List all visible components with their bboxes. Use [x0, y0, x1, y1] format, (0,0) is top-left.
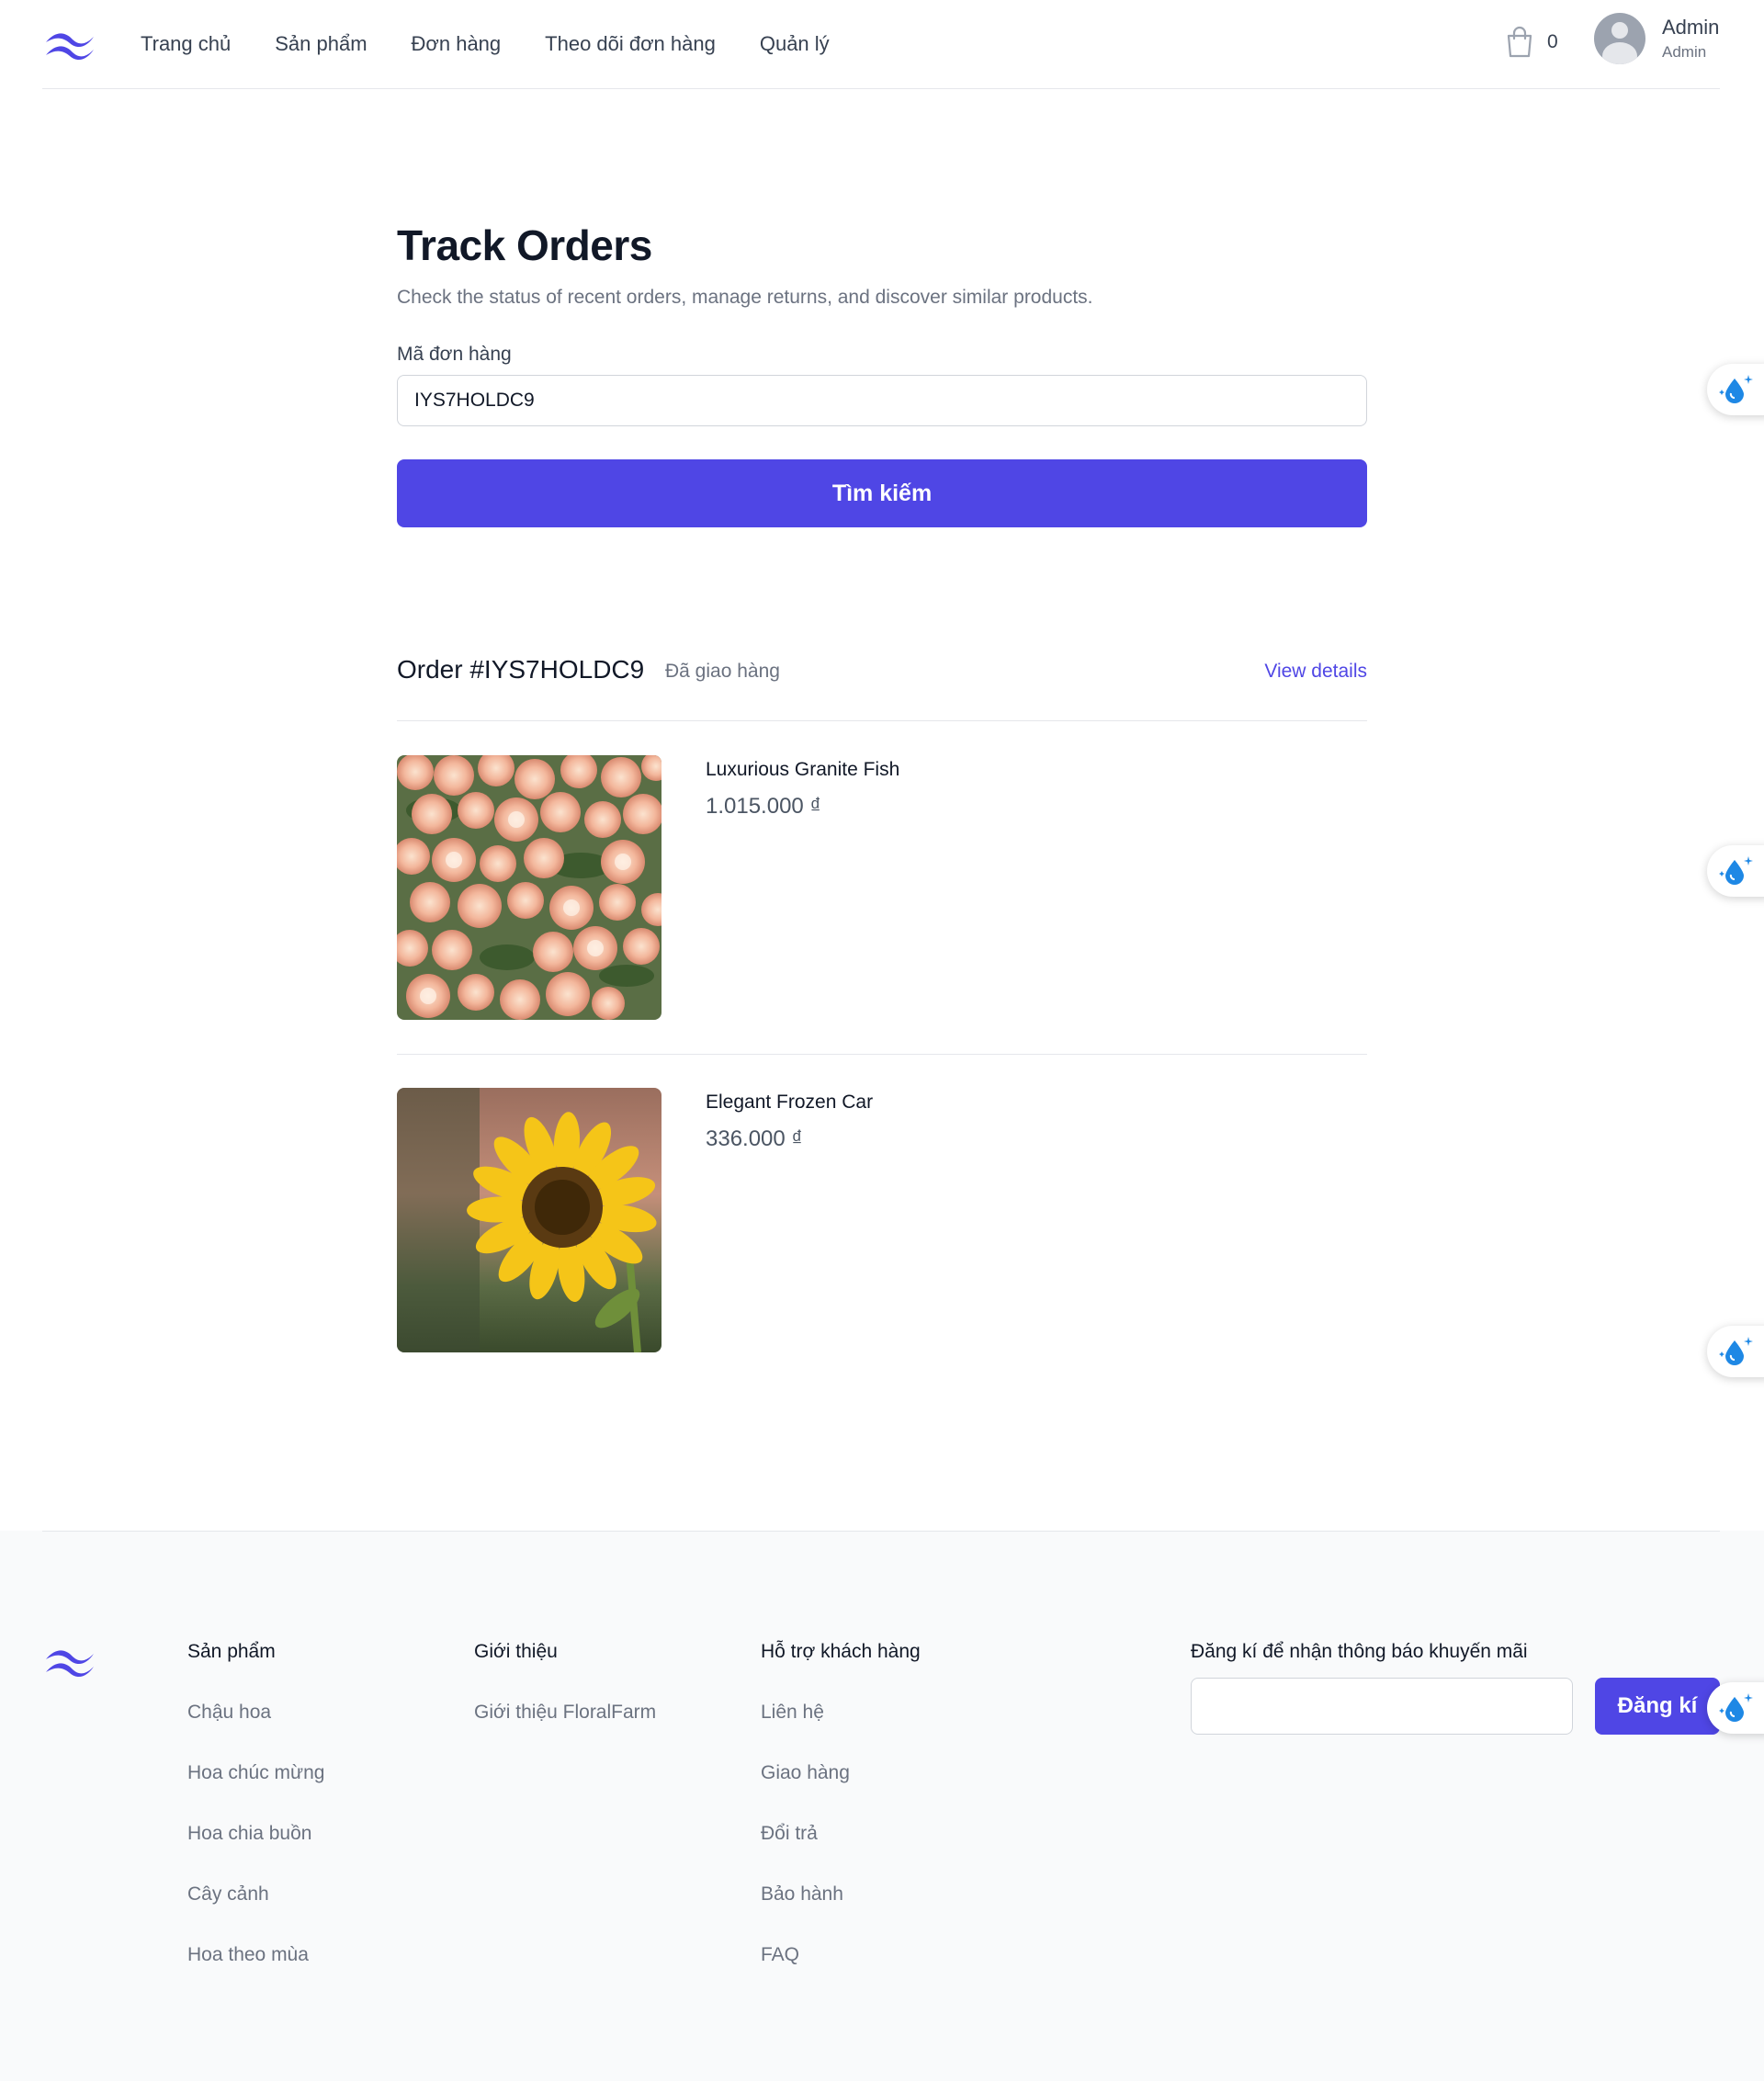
order-code-input[interactable]: IYS7HOLDC9 — [397, 375, 1367, 426]
product-name[interactable]: Luxurious Granite Fish — [706, 759, 899, 781]
nav-orders[interactable]: Đơn hàng — [412, 32, 502, 56]
product-price: 1.015.000 ₫ — [706, 794, 821, 819]
subscribe-button[interactable]: Đăng kí — [1595, 1678, 1720, 1735]
footer-link[interactable]: Đổi trả — [761, 1823, 921, 1845]
footer-link[interactable]: FAQ — [761, 1944, 921, 1966]
footer-column-products: Sản phẩm Chậu hoa Hoa chúc mừng Hoa chia… — [187, 1641, 324, 1966]
newsletter-form: Đăng kí để nhận thông báo khuyến mãi Đăn… — [1191, 1641, 1720, 1735]
footer-link[interactable]: Hoa chia buồn — [187, 1823, 324, 1845]
site-footer: Sản phẩm Chậu hoa Hoa chúc mừng Hoa chia… — [0, 1531, 1764, 2081]
footer-column-about: Giới thiệu Giới thiệu FloralFarm — [474, 1641, 656, 1724]
footer-link[interactable]: Liên hệ — [761, 1702, 921, 1724]
footer-link[interactable]: Chậu hoa — [187, 1702, 324, 1724]
top-header: Trang chủ Sản phẩm Đơn hàng Theo dõi đơn… — [42, 0, 1720, 89]
water-drop-sparkle-icon — [1719, 1693, 1753, 1722]
product-image-roses[interactable] — [397, 755, 662, 1020]
footer-logo-icon[interactable] — [44, 1645, 96, 1678]
product-price: 336.000 ₫ — [706, 1126, 803, 1151]
view-details-link[interactable]: View details — [1264, 661, 1367, 683]
order-header: Order #IYS7HOLDC9 Đã giao hàng View deta… — [397, 648, 1367, 721]
footer-link[interactable]: Hoa theo mùa — [187, 1944, 324, 1966]
avatar — [1594, 13, 1645, 64]
footer-column-title: Sản phẩm — [187, 1641, 276, 1662]
user-name: Admin — [1662, 16, 1720, 39]
page-subtitle: Check the status of recent orders, manag… — [397, 287, 1093, 308]
nav-products[interactable]: Sản phẩm — [275, 32, 367, 56]
user-role: Admin — [1662, 43, 1707, 61]
search-button[interactable]: Tìm kiếm — [397, 459, 1367, 527]
water-drop-sparkle-icon — [1719, 856, 1753, 885]
nav-track-orders[interactable]: Theo dõi đơn hàng — [545, 32, 716, 56]
track-orders-section: Track Orders Check the status of recent … — [397, 221, 1367, 527]
water-drop-sparkle-icon — [1719, 375, 1753, 403]
brand-logo-icon[interactable] — [44, 28, 96, 61]
floating-assistant-button[interactable] — [1707, 1326, 1764, 1377]
floating-assistant-button[interactable] — [1707, 845, 1764, 897]
footer-column-title: Hỗ trợ khách hàng — [761, 1641, 921, 1662]
order-id: Order #IYS7HOLDC9 — [397, 655, 645, 684]
newsletter-title: Đăng kí để nhận thông báo khuyến mãi — [1191, 1641, 1528, 1662]
water-drop-sparkle-icon — [1719, 1337, 1753, 1365]
product-image-sunflower[interactable] — [397, 1088, 662, 1352]
footer-link[interactable]: Cây cảnh — [187, 1883, 324, 1906]
footer-column-title: Giới thiệu — [474, 1641, 558, 1662]
user-menu[interactable]: Admin Admin — [1594, 13, 1719, 64]
cart-count: 0 — [1547, 31, 1558, 52]
product-name[interactable]: Elegant Frozen Car — [706, 1091, 873, 1114]
footer-column-support: Hỗ trợ khách hàng Liên hệ Giao hàng Đổi … — [761, 1641, 921, 1966]
floating-assistant-button[interactable] — [1707, 1682, 1764, 1734]
order-item: Luxurious Granite Fish 1.015.000 ₫ — [397, 722, 1367, 1055]
order-item: Elegant Frozen Car 336.000 ₫ — [397, 1055, 1367, 1387]
page-title: Track Orders — [397, 221, 652, 269]
main-nav: Trang chủ Sản phẩm Đơn hàng Theo dõi đơn… — [141, 0, 830, 88]
footer-divider — [42, 1531, 1720, 1532]
order-status: Đã giao hàng — [665, 661, 780, 682]
footer-link[interactable]: Bảo hành — [761, 1883, 921, 1906]
footer-link[interactable]: Giới thiệu FloralFarm — [474, 1702, 656, 1724]
footer-link[interactable]: Hoa chúc mừng — [187, 1762, 324, 1784]
nav-home[interactable]: Trang chủ — [141, 32, 231, 56]
shopping-bag-icon — [1507, 26, 1532, 58]
floating-assistant-button[interactable] — [1707, 364, 1764, 415]
nav-manage[interactable]: Quản lý — [760, 32, 830, 56]
order-code-label: Mã đơn hàng — [397, 344, 512, 365]
footer-link[interactable]: Giao hàng — [761, 1762, 921, 1784]
newsletter-email-input[interactable] — [1191, 1678, 1573, 1735]
cart-button[interactable]: 0 — [1505, 26, 1558, 59]
